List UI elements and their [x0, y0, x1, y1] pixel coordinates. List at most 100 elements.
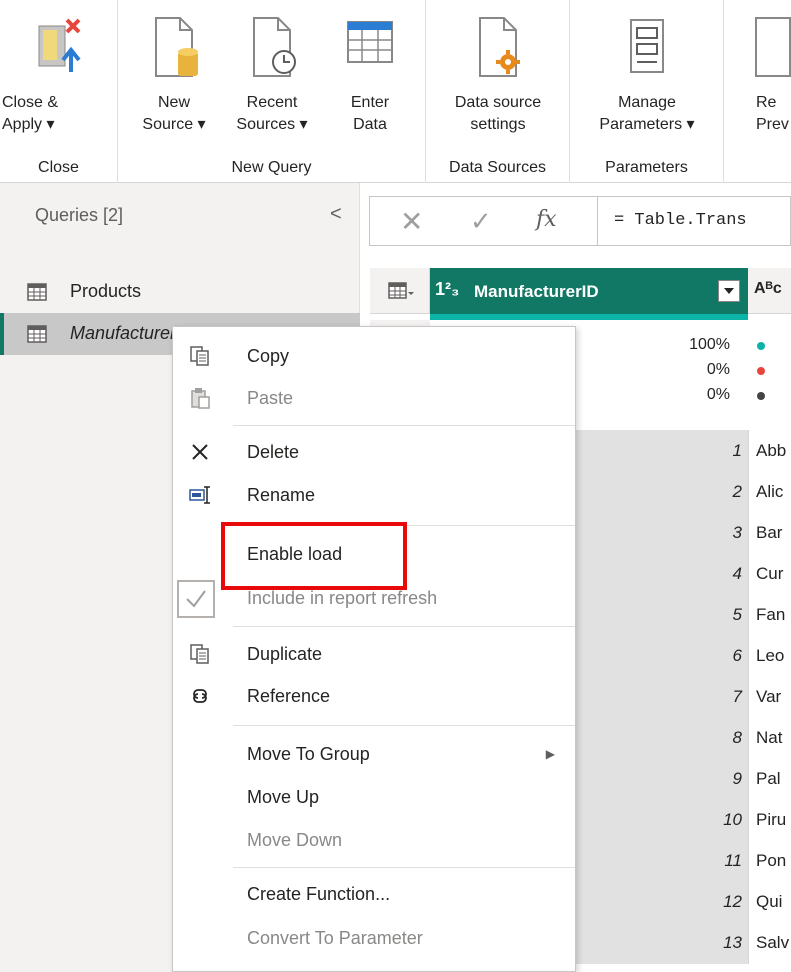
checkmark-icon	[186, 590, 206, 608]
menu-separator	[233, 425, 575, 426]
name-value: Var	[756, 687, 782, 706]
reference-link-icon	[193, 689, 207, 703]
refresh-preview-button[interactable]: Re Prev	[740, 8, 791, 138]
rename-icon	[189, 486, 210, 504]
column-type-label[interactable]: Aᴮc	[754, 280, 782, 298]
recent-sources-button[interactable]: Recent Sources ▾	[222, 8, 322, 138]
context-menu: Copy Paste Delete Rename Enable load Inc…	[172, 326, 576, 972]
new-source-label-1: New	[157, 94, 190, 111]
menu-label: Move To Group	[247, 744, 370, 764]
id-value: 13	[723, 933, 742, 952]
menu-item-move-up[interactable]: Move Up	[173, 776, 575, 818]
menu-item-rename[interactable]: Rename	[173, 474, 575, 516]
table-menu-icon	[388, 282, 414, 299]
column-filter-button[interactable]	[718, 280, 740, 302]
id-value: 9	[732, 769, 742, 788]
group-label-parameters: Parameters	[605, 159, 688, 176]
name-cell[interactable]: Salv	[748, 922, 791, 964]
name-cell[interactable]: Cur	[748, 553, 791, 595]
menu-item-duplicate[interactable]: Duplicate	[173, 633, 575, 675]
close-apply-label-2: Apply ▾	[2, 116, 55, 133]
name-cell[interactable]: Alic	[748, 471, 791, 513]
menu-item-create-function[interactable]: Create Function...	[173, 873, 575, 915]
name-cell[interactable]: Nat	[748, 717, 791, 759]
menu-item-move-to-group[interactable]: Move To Group ▶	[173, 733, 575, 775]
menu-label: Copy	[247, 346, 290, 366]
column-header-manufacturerid[interactable]: 1²₃ ManufacturerID	[430, 268, 748, 314]
quality-error-pct: 0%	[706, 361, 730, 378]
id-value: 12	[723, 892, 742, 911]
data-source-settings-label-1: Data source	[454, 94, 542, 111]
duplicate-icon	[190, 644, 209, 664]
menu-item-include-in-report-refresh[interactable]: Include in report refresh	[173, 577, 575, 619]
data-source-settings-button[interactable]: Data source settings	[432, 8, 564, 138]
id-value: 3	[732, 523, 742, 542]
name-cell[interactable]: Piru	[748, 799, 791, 841]
name-value: Cur	[756, 564, 784, 583]
name-value: Qui	[756, 892, 783, 911]
enter-data-icon	[347, 21, 393, 63]
close-apply-label-1: Close &	[2, 94, 59, 111]
name-cell[interactable]: Pon	[748, 840, 791, 882]
id-value: 6	[732, 646, 742, 665]
copy-icon	[190, 346, 209, 366]
manage-parameters-button[interactable]: Manage Parameters ▾	[580, 8, 714, 138]
enter-data-button[interactable]: Enter Data	[330, 8, 410, 138]
name-cell[interactable]: Leo	[748, 635, 791, 677]
menu-label: Create Function...	[247, 884, 391, 904]
formula-input[interactable]: = Table.Trans	[614, 211, 747, 230]
id-value: 5	[732, 605, 742, 624]
table-icon	[27, 325, 47, 343]
menu-item-move-down[interactable]: Move Down	[173, 819, 575, 861]
data-source-settings-icon	[479, 17, 520, 77]
name-value: Piru	[756, 810, 787, 829]
group-label-new-query: New Query	[231, 159, 312, 176]
name-value: Pal	[756, 769, 781, 788]
recent-sources-label-2: Sources ▾	[236, 116, 308, 133]
grid-corner-menu[interactable]	[370, 268, 430, 314]
recent-sources-label-1: Recent	[246, 94, 298, 111]
name-cell[interactable]: Pal	[748, 758, 791, 800]
manage-parameters-label-1: Manage	[618, 94, 676, 111]
formula-divider	[597, 197, 598, 245]
manage-parameters-icon	[630, 19, 664, 73]
refresh-preview-label-1: Re	[756, 94, 777, 111]
fx-icon[interactable]: fx	[536, 207, 557, 232]
menu-separator	[233, 867, 575, 868]
name-cell[interactable]: Abb	[748, 430, 791, 472]
enter-data-label-2: Data	[353, 116, 387, 133]
quality-valid-pct: 100%	[689, 336, 730, 353]
menu-item-paste[interactable]: Paste	[173, 377, 575, 419]
menu-item-enable-load[interactable]: Enable load	[173, 533, 575, 575]
queries-header: Queries [2]	[35, 205, 124, 225]
name-cell[interactable]: Qui	[748, 881, 791, 923]
paste-icon	[191, 388, 210, 409]
collapse-panel-icon[interactable]: <	[330, 203, 342, 226]
menu-item-copy[interactable]: Copy	[173, 335, 575, 377]
name-cell[interactable]: Var	[748, 676, 791, 718]
menu-item-reference[interactable]: Reference	[173, 675, 575, 717]
menu-item-convert-to-parameter[interactable]: Convert To Parameter	[173, 917, 575, 959]
menu-label: Convert To Parameter	[247, 928, 423, 948]
cancel-formula-icon[interactable]: ✕	[400, 205, 423, 238]
column-type-label[interactable]: 1²₃	[435, 279, 459, 300]
name-value: Fan	[756, 605, 786, 624]
commit-formula-icon[interactable]: ✓	[470, 206, 492, 237]
group-label-data-sources: Data Sources	[449, 159, 546, 176]
name-cell[interactable]: Fan	[748, 594, 791, 636]
group-label-close: Close	[38, 159, 79, 176]
new-source-icon	[155, 17, 198, 77]
menu-separator	[233, 525, 575, 526]
recent-sources-icon	[253, 17, 296, 77]
new-source-button[interactable]: New Source ▾	[128, 8, 220, 138]
name-cell[interactable]: Bar	[748, 512, 791, 554]
menu-separator	[233, 725, 575, 726]
menu-item-delete[interactable]: Delete	[173, 431, 575, 473]
id-value: 7	[732, 687, 742, 706]
quality-error-dot	[757, 367, 765, 375]
close-apply-button[interactable]: Close & Apply ▾	[2, 8, 114, 138]
include-refresh-checkbox[interactable]	[177, 580, 215, 618]
column-header-name[interactable]: Aᴮc	[748, 268, 791, 314]
quality-empty-dot	[757, 392, 765, 400]
query-item-products[interactable]: Products	[0, 271, 360, 313]
